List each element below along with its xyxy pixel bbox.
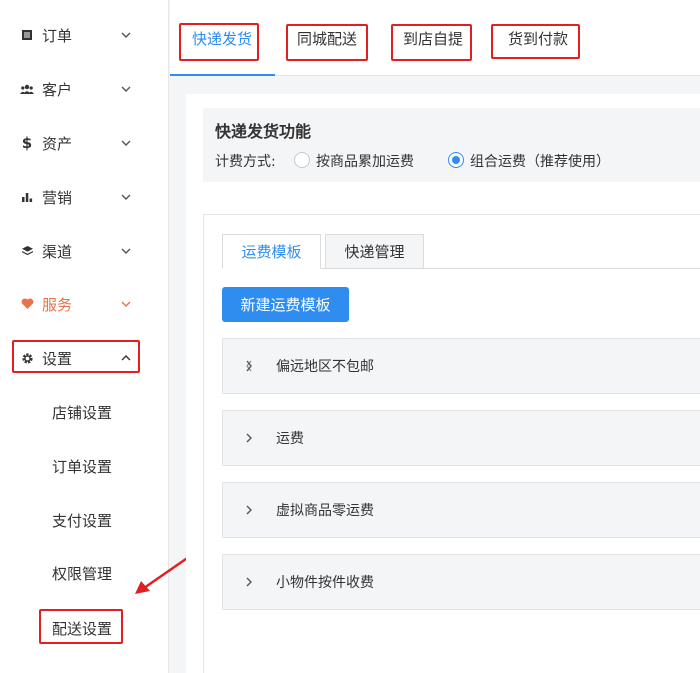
- dollar-icon: $: [21, 134, 33, 152]
- chevron-right-icon: [246, 433, 252, 443]
- chevron-down-icon: [121, 140, 131, 146]
- tab-local-delivery[interactable]: 同城配送: [297, 0, 357, 76]
- tab-label: 同城配送: [297, 29, 358, 48]
- sidebar-item-assets[interactable]: $ 资产: [0, 123, 169, 163]
- sidebar-item-customers[interactable]: 客户: [0, 69, 169, 109]
- sidebar-item-label: 渠道: [42, 242, 73, 261]
- sidebar-item-channels[interactable]: 渠道: [0, 231, 169, 271]
- top-tab-bar: 快递发货 同城配送 到店自提 货到付款: [170, 0, 700, 76]
- active-tab-indicator: [170, 74, 275, 76]
- tab-label: 快递发货: [192, 29, 253, 48]
- sub-item-delivery-settings[interactable]: 配送设置: [52, 618, 112, 639]
- tab-label: 运费模板: [241, 243, 302, 261]
- sidebar-item-label: 服务: [42, 295, 73, 314]
- tab-label: 到店自提: [403, 29, 464, 48]
- new-template-button[interactable]: 新建运费模板: [222, 287, 349, 322]
- sidebar-item-marketing[interactable]: 营销: [0, 177, 169, 217]
- sidebar-item-service[interactable]: 服务: [0, 284, 169, 324]
- chevron-down-icon: [121, 248, 131, 254]
- tab-courier-management[interactable]: 快递管理: [325, 234, 424, 269]
- sidebar-item-label: 设置: [42, 349, 73, 368]
- chevron-down-icon: [121, 301, 131, 307]
- template-name: 运费: [276, 431, 304, 447]
- radio-label-combined-fee[interactable]: 组合运费（推荐使用）: [470, 151, 610, 171]
- tab-store-pickup[interactable]: 到店自提: [403, 0, 463, 76]
- template-name: 偏远地区不包邮: [276, 359, 374, 375]
- radio-combined-fee[interactable]: [448, 152, 464, 168]
- sidebar-item-label: 营销: [42, 188, 73, 207]
- tab-shipping-templates[interactable]: 运费模板: [222, 234, 321, 269]
- chevron-right-icon: [246, 505, 252, 515]
- tab-label: 快递管理: [344, 243, 405, 261]
- users-icon: [20, 82, 34, 96]
- chevron-right-icon: [246, 577, 252, 587]
- sub-item-store-settings[interactable]: 店铺设置: [52, 402, 112, 423]
- gear-icon: [20, 351, 34, 365]
- template-row[interactable]: 虚拟商品零运费: [222, 482, 700, 538]
- list-icon: [20, 28, 34, 42]
- tab-cash-on-delivery[interactable]: 货到付款: [508, 0, 568, 76]
- template-row[interactable]: 偏远地区不包邮: [222, 338, 700, 394]
- sub-item-payment-settings[interactable]: 支付设置: [52, 510, 112, 531]
- chevron-down-icon: [121, 86, 131, 92]
- template-row[interactable]: 小物件按件收费: [222, 554, 700, 610]
- sidebar-item-label: 客户: [42, 80, 73, 99]
- feature-title: 快递发货功能: [215, 122, 312, 141]
- sidebar-item-label: 订单: [42, 26, 73, 45]
- expand-toggle-icon: [246, 360, 252, 372]
- chevron-down-icon: [121, 32, 131, 38]
- sub-item-order-settings[interactable]: 订单设置: [52, 456, 112, 477]
- sidebar-item-orders[interactable]: 订单: [0, 15, 169, 55]
- radio-label-cumulative-fee[interactable]: 按商品累加运费: [316, 151, 414, 171]
- layers-icon: [20, 244, 34, 258]
- template-name: 虚拟商品零运费: [276, 503, 374, 519]
- chevron-down-icon: [121, 194, 131, 200]
- radio-cumulative-fee[interactable]: [294, 152, 310, 168]
- sidebar-item-label: 资产: [42, 134, 73, 153]
- fee-method-label: 计费方式:: [215, 154, 276, 170]
- sub-item-permissions[interactable]: 权限管理: [52, 563, 112, 584]
- bar-chart-icon: [20, 190, 34, 204]
- tab-express-delivery[interactable]: 快递发货: [192, 0, 252, 76]
- heart-icon: [20, 297, 34, 311]
- chevron-up-icon: [121, 355, 131, 361]
- template-row[interactable]: 运费: [222, 410, 700, 466]
- tab-label: 货到付款: [508, 29, 569, 48]
- template-name: 小物件按件收费: [276, 575, 374, 591]
- sidebar-item-settings[interactable]: 设置: [0, 338, 169, 378]
